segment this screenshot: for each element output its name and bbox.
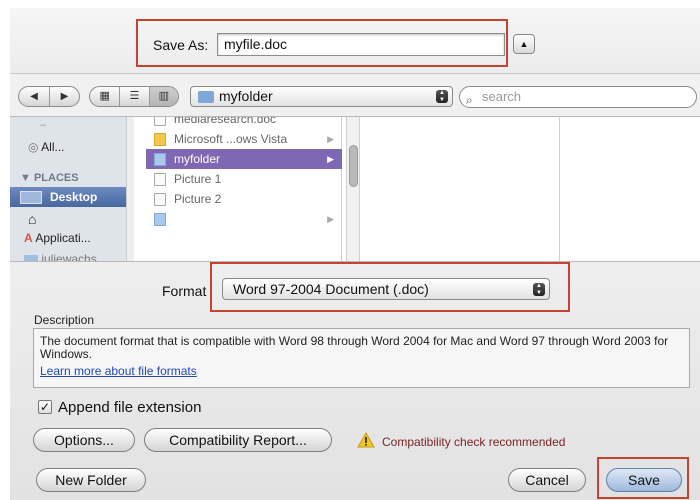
folder-icon xyxy=(198,91,214,103)
list-item[interactable]: ▶ xyxy=(146,209,342,229)
folder-icon xyxy=(154,213,166,226)
list-view-icon[interactable]: ☰ xyxy=(119,87,148,106)
sidebar: – ◎ All... ▼ PLACES Desktop ⌂ A Applicat… xyxy=(10,117,134,261)
view-mode-control: ▦ ☰ ▥ xyxy=(89,86,179,107)
forward-arrow-icon[interactable]: ▶ xyxy=(48,87,79,106)
new-folder-button[interactable]: New Folder xyxy=(36,468,146,492)
browser-column-1: mediaresearch.doc Microsoft ...ows Vista… xyxy=(146,117,342,261)
document-icon xyxy=(154,117,166,126)
list-item[interactable]: Picture 2 xyxy=(146,189,342,209)
popup-arrows-icon: ▲ ▼ xyxy=(436,90,448,103)
folder-icon xyxy=(24,255,38,261)
save-button[interactable]: Save xyxy=(606,468,682,492)
location-popup[interactable]: myfolder ▲ ▼ xyxy=(190,86,453,107)
description-text: The document format that is compatible w… xyxy=(40,334,669,361)
popup-arrows-icon: ▲ ▼ xyxy=(533,283,545,296)
filename-input[interactable]: myfile.doc xyxy=(217,33,505,56)
network-icon: ◎ xyxy=(28,140,39,154)
sidebar-partial-item: – xyxy=(40,119,47,131)
browser-column-3 xyxy=(561,117,700,261)
desktop-icon xyxy=(20,191,42,204)
back-arrow-icon[interactable]: ◀ xyxy=(19,87,49,106)
scrollbar-thumb[interactable] xyxy=(349,145,358,187)
browser-toolbar: ◀ ▶ ▦ ☰ ▥ myfolder ▲ ▼ ⌕ search xyxy=(10,74,700,116)
image-file-icon xyxy=(154,193,166,206)
disclosure-down-icon: ▼ xyxy=(20,172,31,184)
folder-icon xyxy=(154,153,166,166)
sidebar-header-places[interactable]: ▼ PLACES xyxy=(20,172,79,184)
search-input[interactable]: ⌕ search xyxy=(459,86,697,108)
chevron-right-icon: ▶ xyxy=(327,134,334,144)
sidebar-scrollbar[interactable] xyxy=(126,117,134,261)
description-box: The document format that is compatible w… xyxy=(33,328,690,388)
search-placeholder: search xyxy=(482,89,522,104)
sidebar-item-applications[interactable]: A Applicati... xyxy=(24,231,91,245)
list-item[interactable]: mediaresearch.doc xyxy=(146,117,342,129)
location-label: myfolder xyxy=(219,88,273,104)
save-as-row: Save As: myfile.doc ▲ xyxy=(10,8,700,74)
compatibility-warning-text: Compatibility check recommended xyxy=(382,435,566,449)
cancel-button[interactable]: Cancel xyxy=(508,468,586,492)
chevron-right-icon: ▶ xyxy=(327,154,334,164)
folder-icon xyxy=(154,133,166,146)
description-label: Description xyxy=(34,313,95,327)
expand-dialog-button[interactable]: ▲ xyxy=(513,34,535,54)
format-label: Format xyxy=(162,283,207,299)
image-file-icon xyxy=(154,173,166,186)
sidebar-item-home[interactable]: ⌂ xyxy=(28,211,36,227)
chevron-right-icon: ▶ xyxy=(327,214,334,224)
learn-more-link[interactable]: Learn more about file formats xyxy=(40,365,683,378)
sidebar-item-desktop[interactable]: Desktop xyxy=(10,187,126,207)
format-select[interactable]: Word 97-2004 Document (.doc) ▲ ▼ xyxy=(222,278,550,300)
applications-icon: A xyxy=(24,231,33,245)
list-item[interactable]: Microsoft ...ows Vista ▶ xyxy=(146,129,342,149)
append-extension-label: Append file extension xyxy=(58,399,202,416)
search-icon: ⌕ xyxy=(466,93,473,107)
list-item-selected[interactable]: myfolder ▶ xyxy=(146,149,342,169)
list-item[interactable]: Picture 1 xyxy=(146,169,342,189)
compatibility-report-button[interactable]: Compatibility Report... xyxy=(144,428,332,452)
options-button[interactable]: Options... xyxy=(33,428,135,452)
triangle-up-icon: ▲ xyxy=(519,39,529,49)
format-value: Word 97-2004 Document (.doc) xyxy=(233,281,429,297)
save-as-label: Save As: xyxy=(153,37,209,53)
sidebar-item-all[interactable]: ◎ All... xyxy=(28,140,65,154)
browser-column-2 xyxy=(360,117,560,261)
checkmark-icon[interactable]: ✓ xyxy=(38,400,52,414)
column-scrollbar[interactable] xyxy=(346,117,360,261)
file-browser: – ◎ All... ▼ PLACES Desktop ⌂ A Applicat… xyxy=(10,116,700,262)
warning-icon xyxy=(357,432,375,448)
back-forward-control: ◀ ▶ xyxy=(18,86,80,107)
column-view-icon[interactable]: ▥ xyxy=(148,87,178,106)
home-icon: ⌂ xyxy=(28,211,37,227)
save-dialog: Save As: myfile.doc ▲ ◀ ▶ ▦ ☰ ▥ myfolder… xyxy=(10,8,700,500)
icon-view-icon[interactable]: ▦ xyxy=(90,87,119,106)
sidebar-item-juliewachs[interactable]: juliewachs xyxy=(24,252,97,261)
format-options-panel: Format Word 97-2004 Document (.doc) ▲ ▼ D… xyxy=(10,262,700,500)
